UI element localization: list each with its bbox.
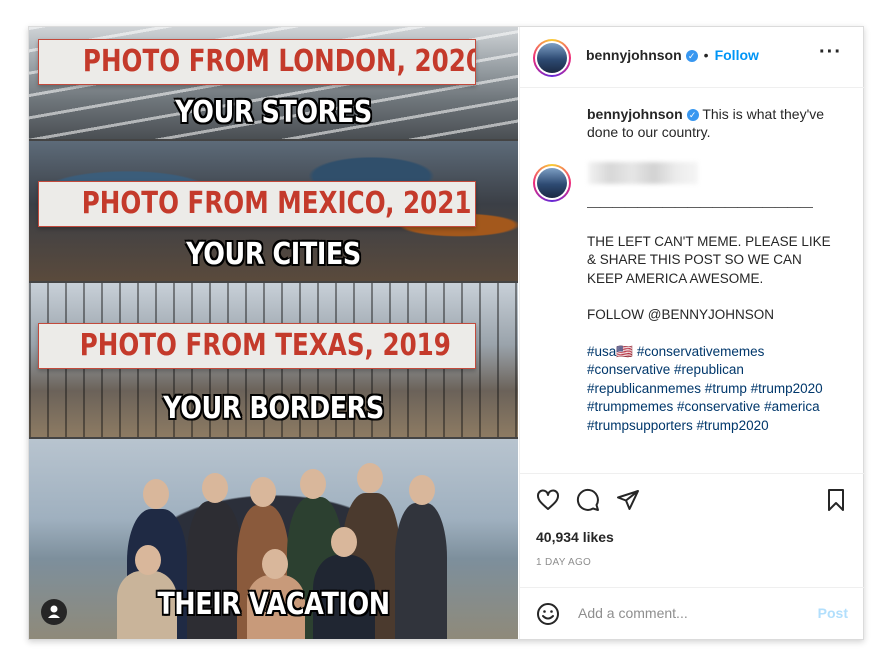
post-sidebar: bennyjohnson ✓ • Follow ··· bennyjohnson ✓ T… — [519, 27, 864, 639]
follow-button[interactable]: Follow — [715, 47, 759, 63]
heart-icon[interactable] — [536, 488, 560, 512]
caption-their-vacation: THEIR VACATION — [157, 587, 390, 622]
more-options-icon[interactable]: ··· — [819, 41, 842, 64]
emoji-icon[interactable] — [536, 602, 560, 626]
post-image[interactable]: YOUR STORES YOUR CITIES YOUR BORDERS THE… — [29, 27, 518, 639]
caption-text: bennyjohnson ✓ This is what they've done … — [587, 105, 837, 141]
label-mexico-2021: PHOTO FROM MEXICO, 2021 — [38, 181, 476, 227]
blurred-content — [588, 162, 698, 184]
verified-badge-icon: ✓ — [686, 109, 699, 122]
person-tag-glyph — [48, 605, 60, 618]
action-bar — [520, 473, 864, 514]
instagram-post: YOUR STORES YOUR CITIES YOUR BORDERS THE… — [28, 26, 864, 640]
comment-icon[interactable] — [576, 488, 600, 512]
post-comment-button[interactable]: Post — [818, 605, 848, 621]
post-timestamp[interactable]: 1 DAY AGO — [536, 557, 591, 568]
caption-your-borders: YOUR BORDERS — [163, 391, 384, 426]
likes-count[interactable]: 40,934 likes — [536, 529, 614, 545]
caption-line-meme: THE LEFT CAN'T MEME. PLEASE LIKE & SHARE… — [587, 233, 835, 286]
label-texas-2019: PHOTO FROM TEXAS, 2019 — [38, 323, 476, 369]
share-icon[interactable] — [616, 488, 640, 512]
caption-body: —————————————————— THE LEFT CAN'T MEME. … — [587, 198, 837, 435]
bookmark-icon[interactable] — [824, 488, 848, 512]
caption-username[interactable]: bennyjohnson — [587, 106, 683, 122]
comment-input[interactable] — [576, 604, 800, 622]
person-tag-icon[interactable] — [41, 599, 67, 625]
image-panel-vacation: THEIR VACATION — [29, 439, 518, 639]
caption-divider: —————————————————— — [587, 199, 813, 214]
caption-line-follow: FOLLOW @BENNYJOHNSON — [587, 307, 774, 322]
caption-hashtags[interactable]: #usa🇺🇸 #conservativememes #conservative … — [587, 343, 837, 436]
caption-your-cities: YOUR CITIES — [186, 237, 361, 272]
header-username[interactable]: bennyjohnson — [586, 47, 682, 63]
post-header: bennyjohnson ✓ • Follow ··· — [520, 27, 864, 88]
caption-avatar[interactable] — [533, 164, 571, 202]
header-user: bennyjohnson ✓ • Follow — [586, 47, 759, 65]
label-london-2020: PHOTO FROM LONDON, 2020 — [38, 39, 476, 85]
comments-area[interactable]: bennyjohnson ✓ This is what they've done … — [520, 88, 864, 473]
verified-badge-icon: ✓ — [685, 49, 698, 62]
separator-dot: • — [703, 47, 709, 63]
avatar[interactable] — [533, 39, 571, 77]
caption-your-stores: YOUR STORES — [175, 95, 372, 130]
add-comment-bar: Post — [520, 587, 864, 640]
